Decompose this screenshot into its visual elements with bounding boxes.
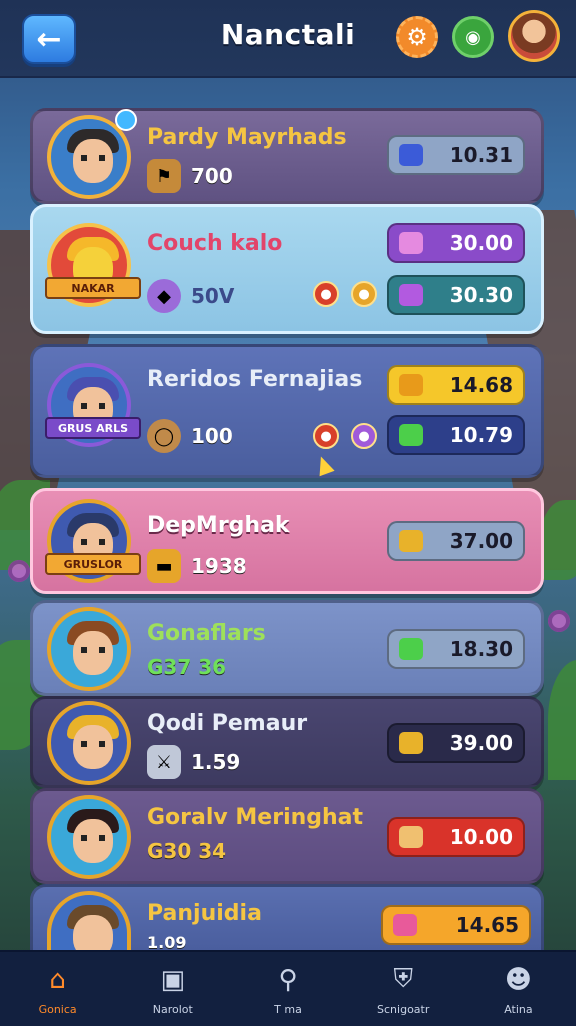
gold-gem-icon: [399, 374, 423, 396]
buy-button[interactable]: 10.00: [387, 817, 525, 857]
character-stat: G30 34: [147, 839, 227, 863]
character-stat: G37 36: [147, 655, 227, 679]
blue-gem-icon: [399, 144, 423, 166]
shield-icon: ⛨: [393, 964, 413, 994]
character-stat: ⚑ 700: [147, 159, 233, 193]
character-portrait: [47, 795, 131, 879]
star-badge-icon: [115, 109, 137, 131]
character-stat: ◆ 50V: [147, 279, 234, 313]
purple-crystal-icon: ◆: [147, 279, 181, 313]
buy-button[interactable]: 14.65: [381, 905, 531, 945]
character-card[interactable]: GRUS ARLS Reridos Fernajias ◯ 100 ● ● 14…: [30, 344, 544, 478]
green-check-icon: [399, 424, 423, 446]
character-name: Reridos Fernajias: [147, 367, 363, 392]
character-card[interactable]: Goralv Meringhat G30 34 10.00: [30, 788, 544, 884]
back-button[interactable]: ←: [22, 14, 76, 64]
potion-badge-icon: ●: [351, 423, 377, 449]
chest-icon: ⚑: [147, 159, 181, 193]
buy-button-alt[interactable]: 10.79: [387, 415, 525, 455]
gold-gem-icon: [399, 732, 423, 754]
bag-icon: ▣: [160, 964, 186, 995]
pink-gem-icon: [399, 232, 423, 254]
character-portrait: [47, 701, 131, 785]
character-portrait: [47, 607, 131, 691]
buy-button-alt[interactable]: 30.30: [387, 275, 525, 315]
character-name: Pardy Mayrhads: [147, 125, 347, 150]
character-name: DepMrghak: [147, 513, 290, 538]
character-name: Gonaflars: [147, 621, 266, 646]
character-name: Goralv Meringhat: [147, 805, 364, 830]
coin-badge-icon: ●: [351, 281, 377, 307]
nav-profile[interactable]: ☻ Atina: [461, 952, 576, 1026]
nav-home[interactable]: ⌂ Gonica: [0, 952, 115, 1026]
character-card[interactable]: Panjuidia 1.09 14.65: [30, 884, 544, 959]
buy-button[interactable]: 30.00: [387, 223, 525, 263]
nav-shield[interactable]: ⛨ Scnigoatr: [346, 952, 461, 1026]
buy-button[interactable]: 14.68: [387, 365, 525, 405]
fire-badge-icon: ●: [313, 423, 339, 449]
character-name: Qodi Pemaur: [147, 711, 308, 736]
character-portrait: [47, 891, 131, 959]
top-bar: ← Nanctali ⚙ ◉: [0, 0, 576, 78]
character-card[interactable]: Pardy Mayrhads ⚑ 700 10.31: [30, 108, 544, 204]
gold-gem-icon: [399, 530, 423, 552]
fire-badge-icon: ●: [313, 281, 339, 307]
camera-icon[interactable]: ◉: [452, 16, 494, 58]
nav-search[interactable]: ⚲ T ma: [230, 952, 345, 1026]
character-stat: ◯ 100: [147, 419, 233, 453]
character-stat: ⚔ 1.59: [147, 745, 240, 779]
nav-bag[interactable]: ▣ Narolot: [115, 952, 230, 1026]
character-name: Couch kalo: [147, 231, 283, 256]
shield-stat-icon: ◯: [147, 419, 181, 453]
purple-gem-icon: [399, 284, 423, 306]
search-icon: ⚲: [278, 964, 298, 995]
player-avatar[interactable]: [508, 10, 560, 62]
scroll-icon: [399, 826, 423, 848]
home-icon: ⌂: [49, 964, 66, 995]
buy-button[interactable]: 10.31: [387, 135, 525, 175]
character-stat: ▬ 1938: [147, 549, 247, 583]
buy-button[interactable]: 39.00: [387, 723, 525, 763]
character-card[interactable]: Qodi Pemaur ⚔ 1.59 39.00: [30, 696, 544, 788]
buy-button[interactable]: 37.00: [387, 521, 525, 561]
pink-gem-icon: [393, 914, 417, 936]
bottom-navigation: ⌂ Gonica ▣ Narolot ⚲ T ma ⛨ Scnigoatr ☻ …: [0, 950, 576, 1026]
character-portrait: NAKAR: [45, 223, 141, 307]
green-check-icon: [399, 638, 423, 660]
profile-icon: ☻: [504, 964, 532, 995]
character-card[interactable]: GRUSLOR DepMrghak ▬ 1938 37.00: [30, 488, 544, 594]
character-portrait: GRUSLOR: [45, 499, 141, 583]
character-portrait: GRUS ARLS: [45, 363, 141, 447]
buy-button[interactable]: 18.30: [387, 629, 525, 669]
arrow-left-icon: ←: [36, 21, 62, 57]
sword-icon: ⚔: [147, 745, 181, 779]
gold-bar-icon: ▬: [147, 549, 181, 583]
character-name: Panjuidia: [147, 901, 262, 926]
settings-gear-icon[interactable]: ⚙: [396, 16, 438, 58]
character-card[interactable]: NAKAR Couch kalo ◆ 50V ● ● 30.00 30.30: [30, 204, 544, 334]
character-card[interactable]: Gonaflars G37 36 18.30: [30, 600, 544, 696]
page-title: Nanctali: [220, 18, 356, 51]
